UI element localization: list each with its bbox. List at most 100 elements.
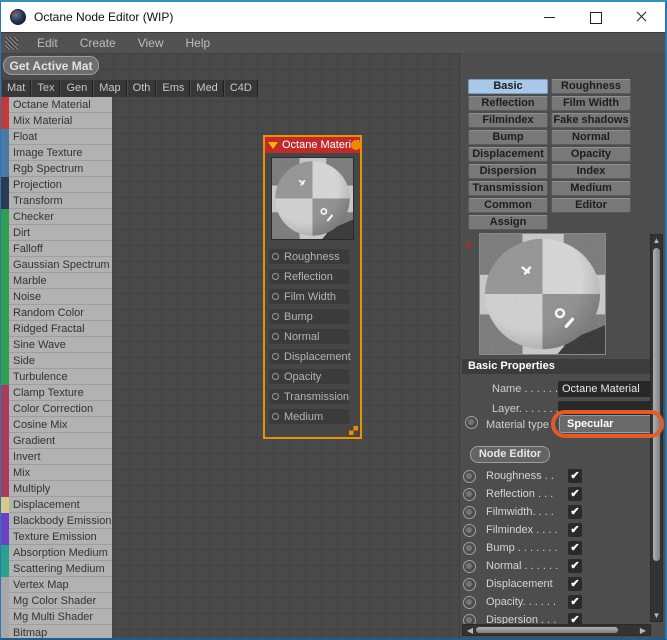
- scroll-down-icon[interactable]: ▼: [651, 611, 662, 620]
- vertical-scrollbar[interactable]: ▲ ▼: [650, 234, 663, 622]
- node-header[interactable]: Octane Material: [265, 137, 361, 153]
- inspector-button-medium[interactable]: Medium: [551, 181, 631, 196]
- resize-handle-icon[interactable]: [349, 426, 358, 435]
- palette-item-absorption-medium[interactable]: Absorption Medium: [1, 544, 112, 561]
- checkbox-opacity[interactable]: ✔: [568, 595, 582, 609]
- palette-item-falloff[interactable]: Falloff: [1, 240, 112, 257]
- port-connector-icon[interactable]: [272, 333, 279, 340]
- node-port-film-width[interactable]: Film Width: [269, 289, 349, 304]
- tab-med[interactable]: Med: [190, 80, 224, 97]
- port-connector-icon[interactable]: [272, 293, 279, 300]
- port-connector-icon[interactable]: [272, 393, 279, 400]
- inspector-button-film-width[interactable]: Film Width: [551, 96, 631, 111]
- palette-item-noise[interactable]: Noise: [1, 288, 112, 305]
- knob-icon[interactable]: [463, 470, 476, 483]
- palette-item-gradient[interactable]: Gradient: [1, 432, 112, 449]
- palette-item-multiply[interactable]: Multiply: [1, 480, 112, 497]
- checkbox-normal[interactable]: ✔: [568, 559, 582, 573]
- menu-item-help[interactable]: Help: [176, 36, 223, 50]
- expander-triangle-icon[interactable]: [465, 243, 473, 249]
- horizontal-scrollbar[interactable]: ◀ ▶: [462, 624, 651, 636]
- material-type-dropdown[interactable]: Specular: [559, 415, 655, 433]
- scroll-left-icon[interactable]: ◀: [465, 626, 475, 635]
- inspector-button-assign[interactable]: Assign: [468, 215, 548, 230]
- checkbox-reflection[interactable]: ✔: [568, 487, 582, 501]
- node-port-reflection[interactable]: Reflection: [269, 269, 349, 284]
- palette-item-checker[interactable]: Checker: [1, 208, 112, 225]
- inspector-button-common[interactable]: Common: [468, 198, 548, 213]
- scroll-right-icon[interactable]: ▶: [638, 626, 648, 635]
- node-port-bump[interactable]: Bump: [269, 309, 349, 324]
- knob-icon[interactable]: [463, 578, 476, 591]
- menu-item-view[interactable]: View: [128, 36, 176, 50]
- port-connector-icon[interactable]: [272, 413, 279, 420]
- palette-item-blackbody-emission[interactable]: Blackbody Emission: [1, 512, 112, 529]
- inspector-button-opacity[interactable]: Opacity: [551, 147, 631, 162]
- knob-icon[interactable]: [463, 542, 476, 555]
- name-field[interactable]: Octane Material: [558, 381, 662, 397]
- knob-icon[interactable]: [463, 596, 476, 609]
- inspector-button-bump[interactable]: Bump: [468, 130, 548, 145]
- port-connector-icon[interactable]: [272, 373, 279, 380]
- node-canvas[interactable]: Get Active Mat Mat Tex Gen Map Oth Ems Med C4D …: [1, 53, 459, 638]
- inspector-button-dispersion[interactable]: Dispersion: [468, 164, 548, 179]
- checkbox-displacement[interactable]: ✔: [568, 577, 582, 591]
- collapse-triangle-icon[interactable]: [268, 141, 278, 149]
- node-port-medium[interactable]: Medium: [269, 409, 349, 424]
- knob-icon[interactable]: [463, 524, 476, 537]
- inspector-button-reflection[interactable]: Reflection: [468, 96, 548, 111]
- node-port-opacity[interactable]: Opacity: [269, 369, 349, 384]
- horizontal-scroll-thumb[interactable]: [476, 627, 618, 633]
- minimize-icon[interactable]: [527, 2, 573, 32]
- palette-item-side[interactable]: Side: [1, 352, 112, 369]
- palette-item-ridged-fractal[interactable]: Ridged Fractal: [1, 320, 112, 337]
- checkbox-filmwidth[interactable]: ✔: [568, 505, 582, 519]
- node-port-roughness[interactable]: Roughness: [269, 249, 349, 264]
- inspector-button-basic[interactable]: Basic: [468, 79, 548, 94]
- palette-item-dirt[interactable]: Dirt: [1, 224, 112, 241]
- checkbox-roughness[interactable]: ✔: [568, 469, 582, 483]
- vertical-scroll-thumb[interactable]: [653, 248, 660, 561]
- port-connector-icon[interactable]: [272, 273, 279, 280]
- palette-item-cosine-mix[interactable]: Cosine Mix: [1, 416, 112, 433]
- title-bar[interactable]: Octane Node Editor (WIP): [1, 2, 665, 32]
- palette-item-transform[interactable]: Transform: [1, 192, 112, 209]
- palette-item-mg-multi-shader[interactable]: Mg Multi Shader: [1, 608, 112, 625]
- inspector-button-roughness[interactable]: Roughness: [551, 79, 631, 94]
- tab-oth[interactable]: Oth: [126, 80, 157, 97]
- knob-icon[interactable]: [463, 506, 476, 519]
- palette-item-mix[interactable]: Mix: [1, 464, 112, 481]
- tab-ems[interactable]: Ems: [156, 80, 191, 97]
- palette-item-scattering-medium[interactable]: Scattering Medium: [1, 560, 112, 577]
- port-connector-icon[interactable]: [272, 353, 279, 360]
- palette-item-float[interactable]: Float: [1, 128, 112, 145]
- inspector-button-editor[interactable]: Editor: [551, 198, 631, 213]
- palette-item-displacement[interactable]: Displacement: [1, 496, 112, 513]
- inspector-button-displacement[interactable]: Displacement: [468, 147, 548, 162]
- tab-gen[interactable]: Gen: [60, 80, 94, 97]
- inspector-button-index[interactable]: Index: [551, 164, 631, 179]
- palette-item-vertex-map[interactable]: Vertex Map: [1, 576, 112, 593]
- port-connector-icon[interactable]: [272, 313, 279, 320]
- palette-item-turbulence[interactable]: Turbulence: [1, 368, 112, 385]
- tab-map[interactable]: Map: [93, 80, 127, 97]
- maximize-icon[interactable]: [573, 2, 619, 32]
- checkbox-filmindex[interactable]: ✔: [568, 523, 582, 537]
- palette-item-texture-emission[interactable]: Texture Emission: [1, 528, 112, 545]
- port-connector-icon[interactable]: [272, 253, 279, 260]
- menu-item-edit[interactable]: Edit: [27, 36, 70, 50]
- node-port-normal[interactable]: Normal: [269, 329, 349, 344]
- palette-item-rgb-spectrum[interactable]: Rgb Spectrum: [1, 160, 112, 177]
- inspector-button-fake-shadows[interactable]: Fake shadows: [551, 113, 631, 128]
- palette-item-mix-material[interactable]: Mix Material: [1, 112, 112, 129]
- palette-item-octane-material[interactable]: Octane Material: [1, 96, 112, 113]
- octane-material-node[interactable]: Octane Material Roughness Reflection Fil…: [263, 135, 362, 439]
- node-editor-button[interactable]: Node Editor: [470, 446, 550, 463]
- palette-item-marble[interactable]: Marble: [1, 272, 112, 289]
- palette-item-gaussian-spectrum[interactable]: Gaussian Spectrum: [1, 256, 112, 273]
- tab-mat[interactable]: Mat: [1, 80, 32, 97]
- material-type-knob-icon[interactable]: [465, 416, 478, 429]
- knob-icon[interactable]: [463, 560, 476, 573]
- node-port-displacement[interactable]: Displacement: [269, 349, 351, 364]
- node-output-dot-icon[interactable]: [351, 140, 361, 150]
